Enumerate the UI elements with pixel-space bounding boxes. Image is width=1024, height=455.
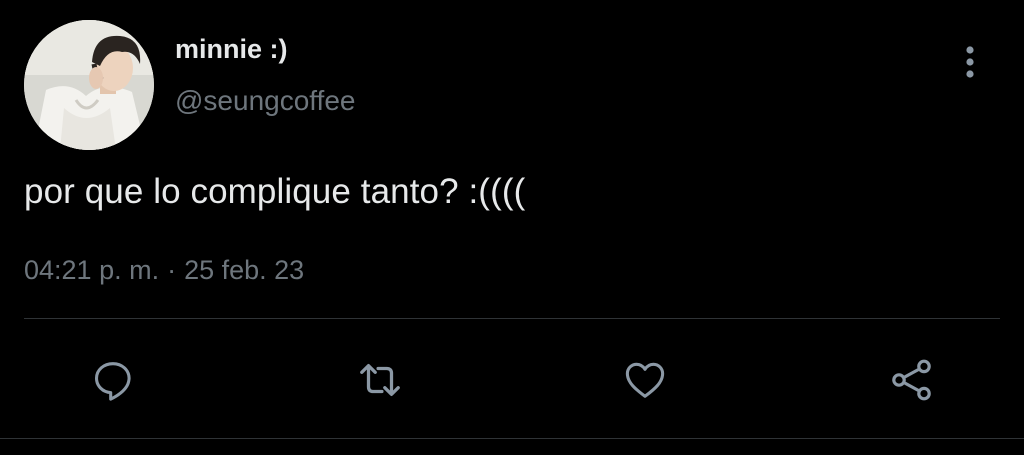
avatar[interactable] [24,20,154,150]
tweet-timestamp[interactable]: 04:21 p. m. · 25 feb. 23 [24,255,304,286]
share-icon [892,359,931,401]
more-options-button[interactable] [952,42,988,82]
timestamp-separator: · [167,255,177,285]
share-button[interactable] [884,352,940,408]
user-handle[interactable]: @seungcoffee [175,85,355,117]
retweet-icon [360,363,400,397]
reply-icon [94,362,131,401]
tweet-time: 04:21 p. m. [24,255,160,285]
more-vertical-icon [966,46,974,78]
divider [24,318,1000,319]
display-name[interactable]: minnie :) [175,34,288,65]
tweet-detail: minnie :) @seungcoffee por que lo compli… [0,0,1024,455]
reply-button[interactable] [85,352,141,408]
divider [0,438,1024,439]
like-button[interactable] [617,352,673,408]
tweet-text: por que lo complique tanto? :(((( [24,172,526,211]
action-bar [0,352,1024,408]
tweet-date: 25 feb. 23 [184,255,305,285]
heart-icon [625,362,665,398]
retweet-button[interactable] [352,352,408,408]
avatar-photo [24,20,154,150]
